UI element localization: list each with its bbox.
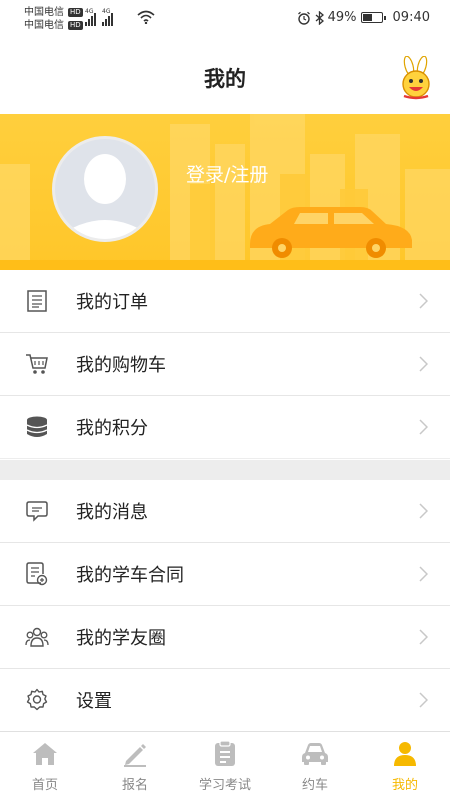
network-type-1: 4G	[85, 8, 94, 15]
battery-percent: 49%	[327, 10, 357, 25]
menu-label: 我的购物车	[76, 355, 166, 376]
profile-icon	[391, 740, 419, 768]
signal-icon: 4G	[102, 8, 113, 26]
coin-stack-icon	[24, 414, 50, 440]
profile-banner: 登录/注册	[0, 114, 450, 270]
chevron-right-icon	[419, 356, 428, 372]
carrier-label-2: 中国电信	[24, 20, 64, 31]
chevron-right-icon	[419, 566, 428, 582]
status-right: 49% 09:40	[297, 10, 430, 25]
nav-label: 报名	[121, 778, 148, 793]
nav-tab-booking[interactable]: 约车	[270, 732, 360, 800]
signal-icon: 4G	[85, 8, 96, 26]
carrier-info: 中国电信 HD 中国电信 HD	[24, 6, 83, 32]
menu-label: 设置	[76, 691, 112, 712]
nav-label: 学习考试	[198, 778, 251, 793]
section-divider	[0, 460, 450, 480]
chevron-right-icon	[419, 503, 428, 519]
default-avatar-icon[interactable]	[52, 136, 158, 242]
menu-item-settings[interactable]: 设置	[0, 669, 450, 732]
nav-tab-mine[interactable]: 我的	[360, 732, 450, 800]
menu-item-classmates[interactable]: 我的学友圈	[0, 606, 450, 669]
battery-icon	[360, 12, 386, 23]
hd-badge-1: HD	[68, 8, 83, 17]
shopping-cart-icon	[24, 351, 50, 377]
nav-label: 约车	[301, 778, 328, 793]
title-bar: 我的	[0, 40, 450, 114]
message-icon	[24, 498, 50, 524]
car-icon	[301, 740, 329, 768]
menu-label: 我的消息	[76, 502, 148, 523]
bottom-nav: 首页 报名 学习考试 约车 我的	[0, 731, 450, 800]
menu-group-settings: 我的消息 我的学车合同 我的学友圈 设置	[0, 480, 450, 732]
menu-item-messages[interactable]: 我的消息	[0, 480, 450, 543]
login-register-link[interactable]: 登录/注册	[186, 160, 268, 187]
home-icon	[31, 740, 59, 768]
nav-tab-enroll[interactable]: 报名	[90, 732, 180, 800]
wifi-icon	[137, 10, 155, 24]
menu-item-points[interactable]: 我的积分	[0, 396, 450, 459]
signal-group: 4G 4G	[85, 8, 113, 26]
alarm-icon	[297, 11, 310, 25]
page-title: 我的	[204, 67, 246, 91]
clock: 09:40	[392, 10, 430, 25]
chevron-right-icon	[419, 629, 428, 645]
exam-icon	[211, 740, 239, 768]
nav-label: 首页	[31, 778, 58, 793]
menu-group-account: 我的订单 我的购物车 我的积分	[0, 270, 450, 459]
gear-icon	[24, 687, 50, 713]
rabbit-mascot-icon[interactable]	[396, 56, 436, 100]
menu-label: 我的订单	[76, 292, 148, 313]
status-bar: 中国电信 HD 中国电信 HD 4G 4G 49% 09:40	[0, 0, 450, 40]
nav-label: 我的	[391, 778, 418, 793]
order-list-icon	[24, 288, 50, 314]
bluetooth-icon	[315, 10, 324, 25]
menu-item-orders[interactable]: 我的订单	[0, 270, 450, 333]
menu-item-contract[interactable]: 我的学车合同	[0, 543, 450, 606]
chevron-right-icon	[419, 419, 428, 435]
menu-label: 我的学友圈	[76, 628, 166, 649]
network-type-2: 4G	[102, 8, 111, 15]
carrier-label-1: 中国电信	[24, 7, 64, 18]
menu-label: 我的积分	[76, 418, 148, 439]
chevron-right-icon	[419, 293, 428, 309]
hd-badge-2: HD	[68, 21, 83, 30]
nav-tab-exam[interactable]: 学习考试	[180, 732, 270, 800]
pencil-icon	[121, 740, 149, 768]
chevron-right-icon	[419, 692, 428, 708]
battery-fill	[362, 14, 373, 21]
menu-label: 我的学车合同	[76, 565, 184, 586]
nav-tab-home[interactable]: 首页	[0, 732, 90, 800]
menu-item-cart[interactable]: 我的购物车	[0, 333, 450, 396]
contract-icon	[24, 561, 50, 587]
group-icon	[24, 624, 50, 650]
